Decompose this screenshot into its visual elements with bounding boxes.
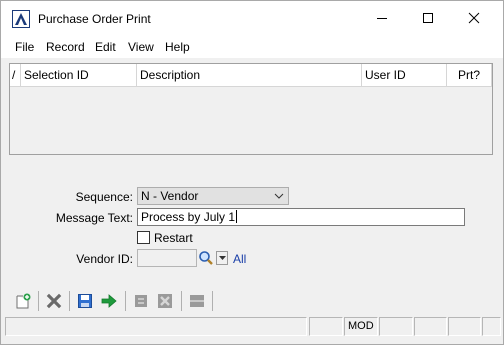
sequence-value: N - Vendor [141, 189, 199, 203]
status-message [5, 317, 307, 336]
sequence-label: Sequence: [75, 190, 133, 204]
delete-button[interactable] [44, 291, 64, 311]
save-button[interactable] [75, 291, 95, 311]
toolbar-separator [38, 291, 39, 311]
menu-file[interactable]: File [15, 40, 34, 54]
sage-logo-icon [12, 10, 30, 28]
purchase-order-print-window: Purchase Order Print File Record Edit Vi… [0, 0, 504, 345]
menu-record[interactable]: Record [46, 40, 85, 54]
restart-label[interactable]: Restart [154, 231, 193, 245]
lines-icon [190, 295, 204, 307]
status-cell [482, 317, 501, 336]
lines-button[interactable] [187, 291, 207, 311]
window-title: Purchase Order Print [38, 12, 151, 26]
title-bar: Purchase Order Print [1, 1, 503, 35]
menu-help[interactable]: Help [165, 40, 190, 54]
save-disk-icon [78, 294, 92, 308]
message-text-field[interactable]: Process by July 1 [137, 208, 465, 226]
delete-x-icon [46, 293, 62, 309]
magnifier-icon [199, 251, 213, 265]
vendor-dropdown-button[interactable] [216, 251, 228, 265]
vendor-id-input[interactable] [137, 249, 197, 267]
toolbar-separator [69, 291, 70, 311]
status-cell [309, 317, 343, 336]
message-text-value: Process by July 1 [141, 210, 236, 224]
proceed-button[interactable] [99, 291, 119, 311]
close-button[interactable] [451, 1, 497, 35]
new-record-button[interactable] [13, 291, 33, 311]
column-prt[interactable]: Prt? [447, 64, 492, 86]
close-icon [468, 12, 480, 24]
menu-bar: File Record Edit View Help [1, 35, 503, 58]
restart-checkbox[interactable] [137, 231, 150, 244]
status-bar: MOD [1, 317, 503, 337]
menu-edit[interactable]: Edit [95, 40, 116, 54]
new-document-icon [16, 293, 31, 309]
delete-all-icon [158, 294, 172, 308]
grid-header: / Selection ID Description User ID Prt? [10, 64, 492, 87]
grid-body[interactable] [10, 87, 492, 154]
print-icon [135, 295, 147, 307]
chevron-down-icon [274, 193, 284, 199]
message-text-label: Message Text: [55, 211, 133, 225]
sequence-select[interactable]: N - Vendor [137, 187, 289, 205]
status-cell [379, 317, 413, 336]
status-cell [414, 317, 447, 336]
menu-view[interactable]: View [128, 40, 154, 54]
print-button[interactable] [131, 291, 151, 311]
column-user-id[interactable]: User ID [362, 64, 447, 86]
delete-all-button[interactable] [155, 291, 175, 311]
text-caret [236, 210, 238, 223]
status-mod: MOD [344, 317, 378, 336]
toolbar [9, 289, 259, 313]
green-arrow-icon [101, 294, 117, 308]
minimize-icon [377, 18, 387, 19]
toolbar-separator [181, 291, 182, 311]
caret-down-icon [218, 256, 226, 260]
minimize-button[interactable] [359, 1, 405, 35]
selection-grid[interactable]: / Selection ID Description User ID Prt? [9, 63, 493, 155]
column-description[interactable]: Description [137, 64, 362, 86]
status-cell [448, 317, 481, 336]
column-selection-id[interactable]: Selection ID [21, 64, 137, 86]
vendor-all-link[interactable]: All [233, 252, 246, 266]
toolbar-separator [212, 291, 213, 311]
vendor-id-label: Vendor ID: [76, 252, 133, 266]
vendor-lookup-button[interactable] [198, 249, 214, 267]
maximize-icon [423, 13, 433, 23]
maximize-button[interactable] [405, 1, 451, 35]
sort-indicator: / [10, 64, 21, 86]
toolbar-separator [125, 291, 126, 311]
